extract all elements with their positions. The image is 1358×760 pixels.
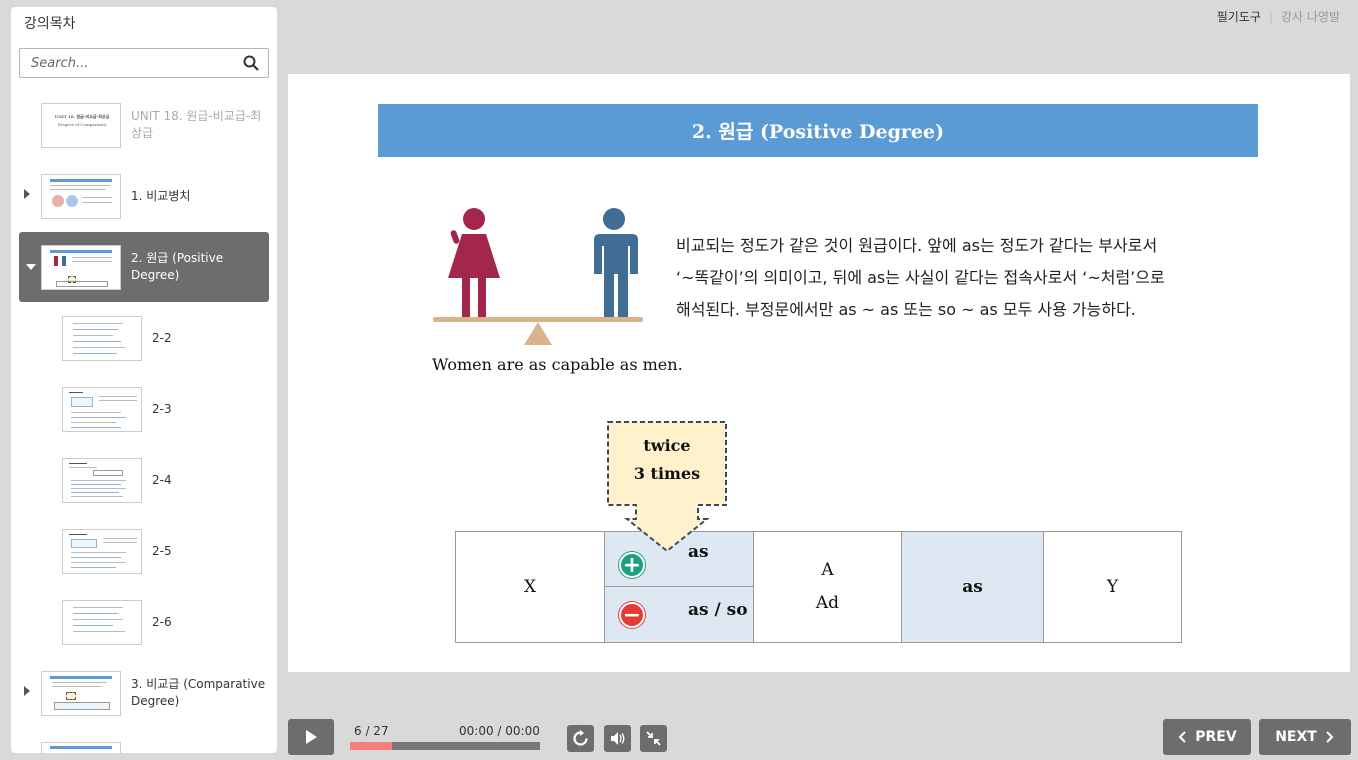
toc-subitem-label: 2-6 — [152, 615, 172, 629]
slide-thumbnail — [62, 600, 142, 645]
cell-as: as — [902, 532, 1044, 642]
toc-subitem-label: 2-4 — [152, 473, 172, 487]
toc-item-label: 1. 비교병치 — [131, 188, 191, 203]
play-icon — [306, 730, 317, 744]
plus-icon: + — [619, 552, 645, 578]
next-button[interactable]: NEXT — [1259, 719, 1351, 755]
notes-tool-link[interactable]: 필기도구 — [1217, 10, 1261, 24]
callout-text: twice 3 times — [633, 436, 701, 483]
teacher-name: 강사 나영발 — [1280, 10, 1340, 24]
cell-x: X — [456, 532, 605, 642]
slide-thumbnail — [62, 458, 142, 503]
replay-icon — [573, 730, 588, 746]
structure-table: X + as − as / so A Ad as Y — [455, 531, 1182, 643]
minus-icon: − — [619, 602, 645, 628]
toc-subitem-2-3[interactable]: 2-3 — [19, 374, 269, 444]
toc-subitem-label: 2-2 — [152, 331, 172, 345]
slide-thumbnail — [62, 316, 142, 361]
toc-item-unit18[interactable]: UNIT 18. 원급-비교급-최상급 (Degree of Compariso… — [19, 90, 269, 160]
slide-title: 2. 원급 (Positive Degree) — [378, 104, 1258, 157]
search-icon[interactable] — [243, 55, 259, 71]
slide-thumbnail — [62, 387, 142, 432]
top-links: 필기도구 | 강사 나영발 — [1216, 10, 1340, 24]
progress-bar[interactable] — [350, 742, 540, 750]
toc-sidebar: 강의목차 UNIT 18. 원급-비교급-최상급 (Degree of Comp… — [11, 7, 277, 753]
expand-arrow-icon[interactable] — [24, 189, 30, 199]
volume-button[interactable] — [604, 725, 631, 752]
balance-scale-illustration — [433, 208, 643, 345]
toc-subitem-2-2[interactable]: 2-2 — [19, 303, 269, 373]
chevron-right-icon — [1326, 731, 1334, 743]
toc-item-label: UNIT 18. 원급-비교급-최상급 — [131, 109, 262, 140]
search-box — [19, 48, 269, 78]
slide-canvas: 2. 원급 (Positive Degree) Women are as cap… — [288, 74, 1350, 672]
slide-description: 비교되는 정도가 같은 것이 원급이다. 앞에 as는 정도가 같다는 부사로서… — [676, 236, 1165, 319]
replay-button[interactable] — [567, 725, 594, 752]
toc-subitem-label: 2-5 — [152, 544, 172, 558]
prev-button[interactable]: PREV — [1163, 719, 1251, 755]
cell-y: Y — [1106, 577, 1119, 597]
slide-thumbnail — [62, 529, 142, 574]
slide-thumbnail — [41, 742, 121, 753]
collapse-arrow-icon[interactable] — [26, 264, 36, 270]
toc-subitem-2-5[interactable]: 2-5 — [19, 516, 269, 586]
collapse-icon — [646, 731, 661, 746]
toc-item-label: 3. 비교급 (Comparative Degree) — [131, 677, 266, 708]
expand-arrow-icon[interactable] — [24, 686, 30, 696]
cell-as-so-negative: − as / so — [605, 587, 754, 642]
toc-subitem-label: 2-3 — [152, 402, 172, 416]
slide-thumbnail — [41, 174, 121, 219]
slide-thumbnail — [41, 245, 121, 290]
toc-item-label: 2. 원급 (Positive Degree) — [131, 251, 224, 282]
slide-thumbnail: UNIT 18. 원급-비교급-최상급 (Degree of Compariso… — [41, 103, 121, 148]
toc-subitem-2-4[interactable]: 2-4 — [19, 445, 269, 515]
play-button[interactable] — [288, 719, 334, 755]
chevron-left-icon — [1178, 731, 1186, 743]
toc-item-comparison-parallel[interactable]: 1. 비교병치 — [19, 161, 269, 231]
progress-fill — [350, 742, 392, 750]
toc-item-positive-degree[interactable]: 2. 원급 (Positive Degree) — [19, 232, 269, 302]
search-input[interactable] — [20, 49, 235, 77]
slide-counter: 6 / 27 — [354, 724, 389, 738]
toc-title: 강의목차 — [24, 16, 76, 32]
exit-fullscreen-button[interactable] — [640, 725, 667, 752]
example-sentence: Women are as capable as men. — [432, 355, 683, 374]
volume-icon — [611, 732, 625, 745]
slide-thumbnail — [41, 671, 121, 716]
cell-adjective-adverb: A Ad — [754, 532, 902, 642]
time-display: 00:00 / 00:00 — [459, 724, 540, 738]
toc-subitem-2-6[interactable]: 2-6 — [19, 587, 269, 657]
toc-item-comparative-degree[interactable]: 3. 비교급 (Comparative Degree) — [19, 658, 269, 728]
